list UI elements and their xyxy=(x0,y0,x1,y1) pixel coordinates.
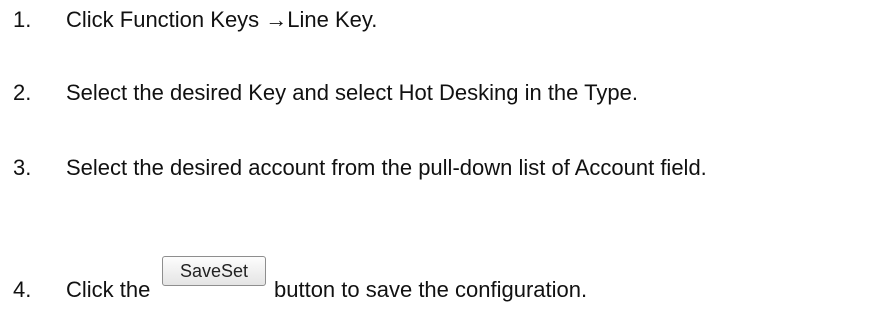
step-number: 4. xyxy=(13,277,32,302)
step-text-before: Click the xyxy=(66,277,151,302)
step-number: 2. xyxy=(13,80,32,105)
step-text: Select the desired Key and select Hot De… xyxy=(66,80,638,105)
step-number: 3. xyxy=(13,155,32,180)
step-text: Click Function Keys →Line Key. xyxy=(66,7,378,32)
step-number: 1. xyxy=(13,7,32,32)
step-text: Select the desired account from the pull… xyxy=(66,155,707,180)
step-text-after: button to save the configuration. xyxy=(274,277,588,302)
saveset-button[interactable]: SaveSet xyxy=(162,256,266,286)
